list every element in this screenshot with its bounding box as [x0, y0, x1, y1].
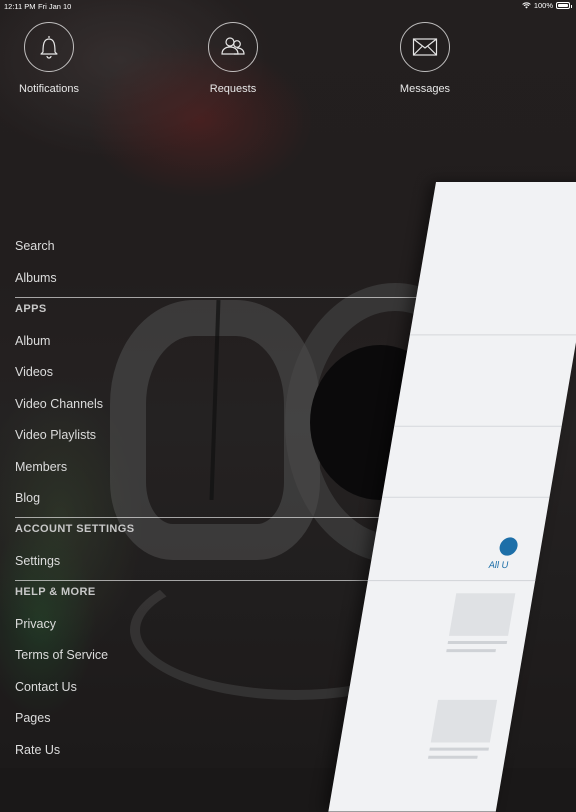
divider	[15, 297, 440, 298]
requests-label: Requests	[209, 83, 257, 95]
battery-icon	[556, 2, 572, 9]
section-header-help-more: HELP & MORE	[15, 586, 96, 598]
menu-item-blog[interactable]: Blog	[15, 491, 40, 505]
all-updates-label[interactable]: All U	[488, 560, 510, 571]
menu-item-videos[interactable]: Videos	[15, 365, 53, 379]
menu-item-album[interactable]: Album	[15, 334, 50, 348]
feed-text-placeholder	[427, 755, 478, 759]
all-updates-icon[interactable]	[498, 537, 520, 556]
notifications-button[interactable]: Notifications	[0, 22, 99, 95]
feed-thumbnail[interactable]	[430, 699, 498, 743]
messages-button[interactable]: Messages	[375, 22, 475, 95]
envelope-icon	[412, 38, 438, 56]
status-right: 100%	[522, 1, 572, 10]
bell-icon	[40, 36, 58, 59]
battery-percent: 100%	[533, 1, 553, 10]
feed-text-placeholder	[429, 747, 489, 751]
users-icon	[221, 37, 245, 55]
menu-item-search[interactable]: Search	[15, 239, 55, 253]
menu-item-video-channels[interactable]: Video Channels	[15, 397, 103, 411]
menu-item-albums[interactable]: Albums	[15, 271, 57, 285]
menu-item-members[interactable]: Members	[15, 460, 67, 474]
menu-item-pages[interactable]: Pages	[15, 711, 50, 725]
notifications-label: Notifications	[19, 83, 79, 95]
feed-text-placeholder	[446, 649, 496, 653]
status-time: 12:11 PM	[4, 2, 36, 11]
menu-item-video-playlists[interactable]: Video Playlists	[15, 428, 96, 442]
menu-item-settings[interactable]: Settings	[15, 554, 60, 568]
requests-circle[interactable]	[208, 22, 258, 72]
panel-separator	[381, 496, 550, 498]
feed-thumbnail[interactable]	[448, 593, 516, 636]
section-header-account-settings: ACCOUNT SETTINGS	[15, 523, 135, 535]
wifi-icon	[522, 2, 531, 9]
menu-item-terms-of-service[interactable]: Terms of Service	[15, 648, 108, 662]
messages-label: Messages	[399, 83, 451, 95]
status-bar: 12:11 PM Fri Jan 10 100%	[0, 0, 576, 14]
messages-circle[interactable]	[400, 22, 450, 72]
panel-separator	[394, 425, 562, 427]
menu-item-privacy[interactable]: Privacy	[15, 617, 56, 631]
divider	[15, 517, 440, 518]
menu-item-rate-us[interactable]: Rate Us	[15, 743, 60, 757]
feed-text-placeholder	[447, 640, 508, 645]
status-date: Fri Jan 10	[38, 2, 72, 11]
panel-separator	[367, 580, 536, 582]
section-header-apps: APPS	[15, 303, 47, 315]
requests-button[interactable]: Requests	[183, 22, 283, 95]
panel-separator	[409, 334, 576, 336]
notifications-circle[interactable]	[24, 22, 74, 72]
menu-item-contact-us[interactable]: Contact Us	[15, 680, 77, 694]
